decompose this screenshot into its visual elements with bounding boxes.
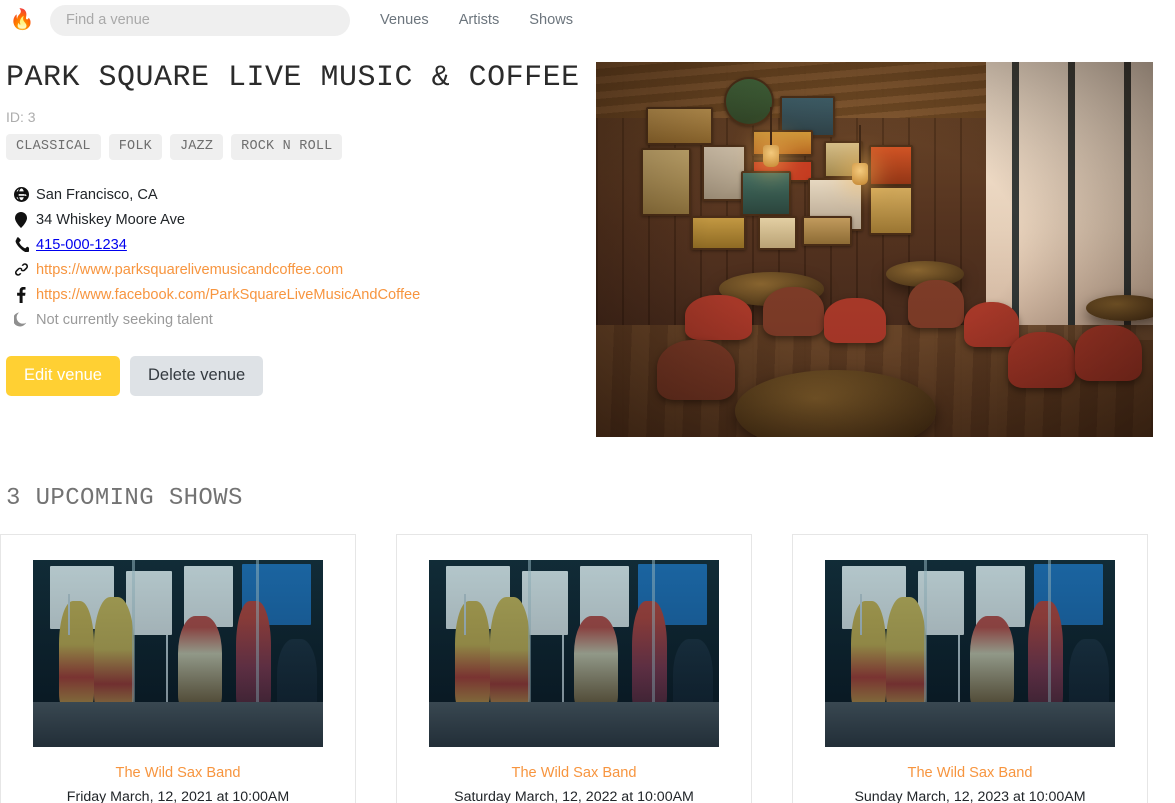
venue-website-link[interactable]: https://www.parksquarelivemusicandcoffee… — [36, 262, 343, 278]
top-navbar: 🔥 Venues Artists Shows — [0, 0, 1175, 40]
genre-tag: CLASSICAL — [6, 134, 101, 160]
venue-actions: Edit venue Delete venue — [6, 356, 591, 396]
show-artist-link[interactable]: The Wild Sax Band — [33, 765, 323, 781]
show-date: Sunday March, 12, 2023 at 10:00AM — [854, 789, 1086, 803]
edit-venue-button[interactable]: Edit venue — [6, 356, 120, 396]
venue-detail-section: PARK SQUARE LIVE MUSIC & COFFEE ID: 3 CL… — [0, 62, 1175, 437]
show-card[interactable]: The Wild Sax Band Saturday March, 12, 20… — [396, 534, 752, 803]
moon-icon — [6, 312, 36, 327]
globe-icon — [6, 187, 36, 202]
venue-info-column: PARK SQUARE LIVE MUSIC & COFFEE ID: 3 CL… — [6, 62, 591, 396]
contact-row-facebook: https://www.facebook.com/ParkSquareLiveM… — [6, 282, 591, 307]
show-image — [33, 560, 323, 747]
facebook-icon — [6, 286, 36, 303]
shows-list: The Wild Sax Band Friday March, 12, 2021… — [0, 534, 1175, 803]
genre-tag: ROCK N ROLL — [231, 134, 343, 160]
nav-link-shows[interactable]: Shows — [529, 12, 573, 28]
contact-row-address: 34 Whiskey Moore Ave — [6, 207, 591, 232]
contact-row-phone: 415-000-1234 — [6, 232, 591, 257]
show-image — [429, 560, 719, 747]
venue-contact-list: San Francisco, CA 34 Whiskey Moore Ave 4… — [6, 182, 591, 332]
show-card[interactable]: The Wild Sax Band Friday March, 12, 2021… — [0, 534, 356, 803]
phone-icon — [6, 237, 36, 252]
show-date: Saturday March, 12, 2022 at 10:00AM — [454, 789, 694, 803]
contact-row-website: https://www.parksquarelivemusicandcoffee… — [6, 257, 591, 282]
show-artist-link[interactable]: The Wild Sax Band — [429, 765, 719, 781]
genre-tag: FOLK — [108, 134, 162, 160]
contact-row-city: San Francisco, CA — [6, 182, 591, 207]
delete-venue-button[interactable]: Delete venue — [129, 356, 264, 396]
venue-seeking-status: Not currently seeking talent — [36, 311, 213, 328]
map-pin-icon — [6, 211, 36, 228]
show-date: Friday March, 12, 2021 at 10:00AM — [66, 789, 290, 803]
contact-row-seeking: Not currently seeking talent — [6, 307, 591, 332]
venue-address: 34 Whiskey Moore Ave — [36, 211, 185, 228]
venue-city-state: San Francisco, CA — [36, 186, 158, 203]
genre-list: CLASSICAL FOLK JAZZ ROCK N ROLL — [6, 134, 591, 160]
show-artist-link[interactable]: The Wild Sax Band — [825, 765, 1115, 781]
show-image — [825, 560, 1115, 747]
venue-facebook-link[interactable]: https://www.facebook.com/ParkSquareLiveM… — [36, 287, 420, 303]
link-icon — [6, 262, 36, 277]
genre-tag: JAZZ — [169, 134, 224, 160]
shows-heading: 3 UPCOMING SHOWS — [6, 485, 243, 512]
nav-link-artists[interactable]: Artists — [459, 12, 500, 28]
nav-links: Venues Artists Shows — [380, 12, 573, 28]
show-card[interactable]: The Wild Sax Band Sunday March, 12, 2023… — [792, 534, 1148, 803]
venue-photo — [596, 62, 1153, 437]
nav-link-venues[interactable]: Venues — [380, 12, 429, 28]
venue-id: ID: 3 — [6, 109, 36, 125]
venue-phone-link[interactable]: 415-000-1234 — [36, 237, 127, 253]
search-input[interactable] — [50, 4, 350, 36]
flame-icon[interactable]: 🔥 — [8, 10, 36, 30]
page-title: PARK SQUARE LIVE MUSIC & COFFEE — [6, 61, 580, 95]
